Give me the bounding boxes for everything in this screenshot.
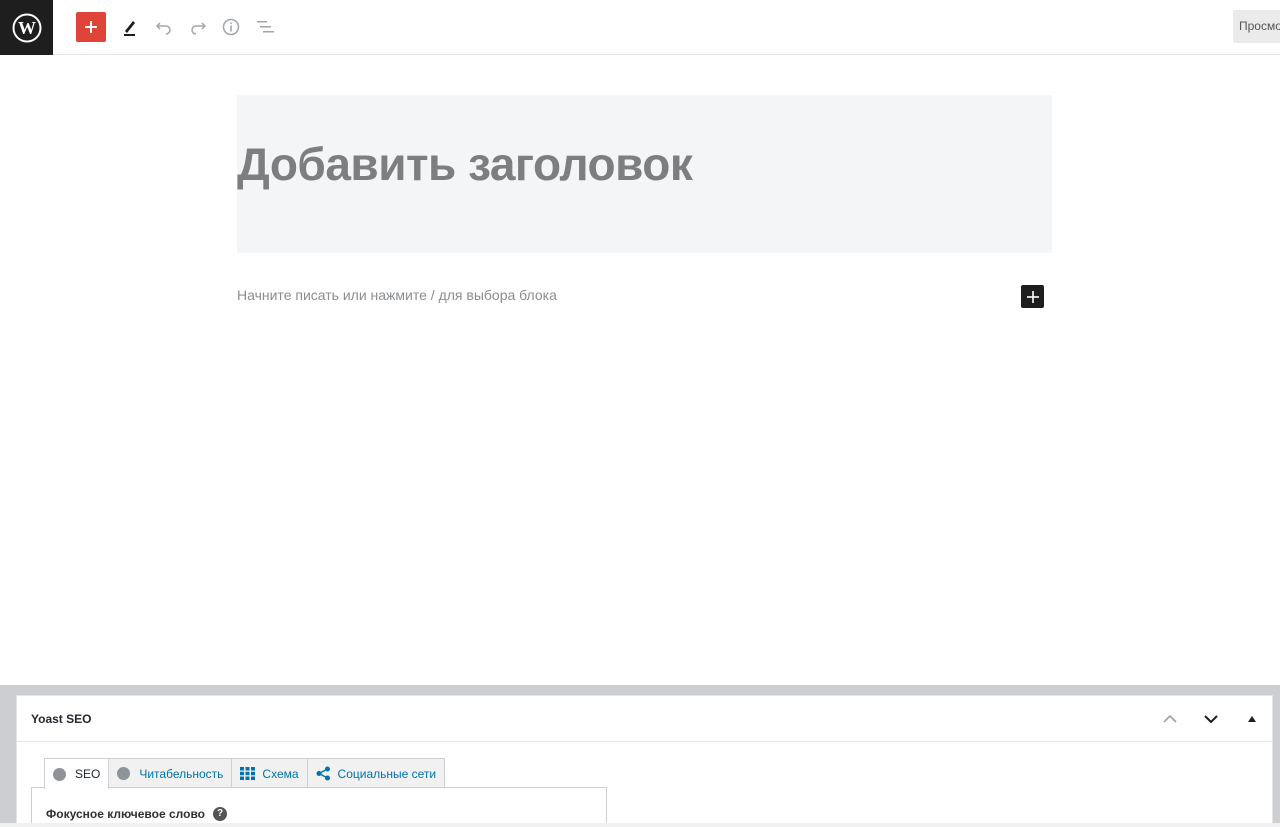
add-block-button[interactable] [76,12,106,42]
tab-label: Социальные сети [337,766,437,781]
editor-toolbar: W Просмо [0,0,1280,55]
chevron-up-icon [1163,714,1177,723]
redo-icon [191,22,207,35]
undo-button[interactable] [152,12,176,42]
yoast-tabs: SEO Читабельность Схема Социальные сети [44,758,446,789]
tab-readability[interactable]: Читабельность [108,758,233,788]
tab-label: Читабельность [139,766,224,781]
content-info-button[interactable] [219,12,243,42]
tab-label: SEO [75,767,101,781]
triangle-up-icon [1248,716,1256,722]
metabox-title: Yoast SEO [31,712,92,726]
tab-label: Схема [262,766,299,781]
chevron-down-icon [1204,715,1218,724]
list-view-icon [257,21,274,33]
seo-tab-panel: Фокусное ключевое слово ? [31,787,607,827]
tools-button[interactable] [117,12,141,42]
svg-text:W: W [18,18,36,38]
move-down-button[interactable] [1201,709,1221,729]
metabox-header: Yoast SEO [17,696,1272,742]
toggle-panel-button[interactable] [1242,709,1262,729]
plus-icon [85,21,97,33]
pencil-icon [124,21,135,36]
status-dot-icon [117,767,131,780]
info-icon [222,18,240,36]
undo-icon [155,22,171,35]
post-title-placeholder: Добавить заголовок [237,138,693,190]
inline-add-block-button[interactable] [1021,285,1044,308]
preview-button[interactable]: Просмотр [1233,10,1280,43]
yoast-seo-metabox: Yoast SEO SEO Читабельность Схема Социал… [16,695,1273,827]
focus-keyword-label: Фокусное ключевое слово ? [46,807,227,821]
default-block-appender[interactable]: Начните писать или нажмите / для выбора … [237,287,557,303]
tab-social[interactable]: Социальные сети [306,758,446,788]
bottom-strip [0,823,1280,827]
focus-keyword-text: Фокусное ключевое слово [46,807,205,821]
post-title-field[interactable]: Добавить заголовок [237,95,1052,253]
status-dot-icon [53,767,66,781]
plus-icon [1026,290,1039,303]
wordpress-logo-icon: W [12,13,41,42]
wordpress-logo-button[interactable]: W [0,0,53,55]
tab-schema[interactable]: Схема [231,758,308,788]
list-view-button[interactable] [253,12,277,42]
help-icon[interactable]: ? [213,807,227,821]
grid-icon [240,767,256,780]
move-up-button[interactable] [1160,709,1180,729]
tab-seo[interactable]: SEO [44,758,110,789]
redo-button[interactable] [186,12,210,42]
share-icon [316,766,331,781]
